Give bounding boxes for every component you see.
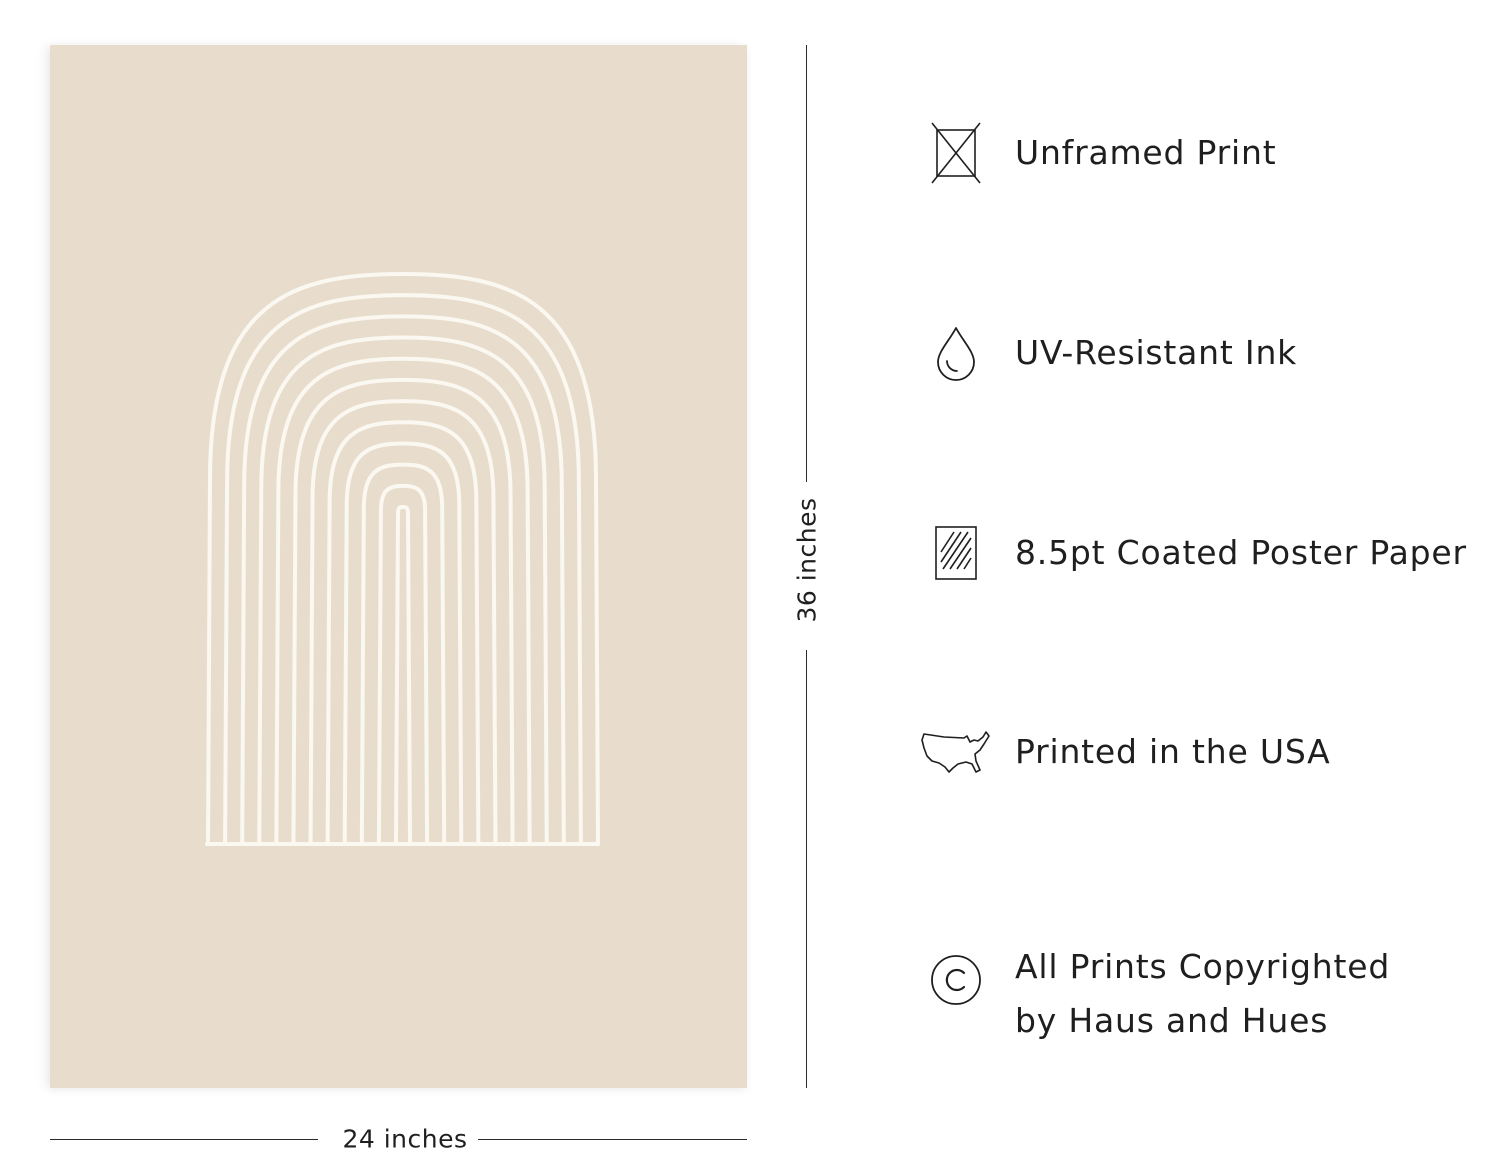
feature-copyright: All Prints Copyrighted by Haus and Hues [918, 939, 1498, 1049]
feature-label: All Prints Copyrighted by Haus and Hues [1015, 947, 1391, 1040]
poster-artwork [50, 45, 747, 1088]
paper-icon [918, 518, 994, 588]
height-dimension-line-bottom [806, 650, 807, 1088]
copyright-icon [918, 945, 994, 1015]
usa-map-icon [918, 717, 994, 787]
width-dimension-label: 24 inches [342, 1124, 468, 1154]
feature-unframed-print: Unframed Print [918, 113, 1498, 193]
feature-label: Printed in the USA [1015, 732, 1331, 771]
feature-label: UV-Resistant Ink [1015, 333, 1298, 372]
height-dimension-label: 36 inches [792, 497, 822, 623]
unframed-icon [918, 118, 994, 188]
feature-label: 8.5pt Coated Poster Paper [1015, 533, 1467, 572]
feature-coated-poster-paper: 8.5pt Coated Poster Paper [918, 513, 1498, 593]
feature-uv-resistant-ink: UV-Resistant Ink [918, 313, 1498, 393]
width-dimension-line-left [50, 1139, 318, 1140]
feature-label: Unframed Print [1015, 133, 1277, 172]
feature-printed-in-usa: Printed in the USA [918, 712, 1498, 792]
ink-drop-icon [918, 318, 994, 388]
rainbow-arch-illustration [50, 45, 747, 1088]
width-dimension-line-right [478, 1139, 747, 1140]
height-dimension-line-top [806, 45, 807, 482]
